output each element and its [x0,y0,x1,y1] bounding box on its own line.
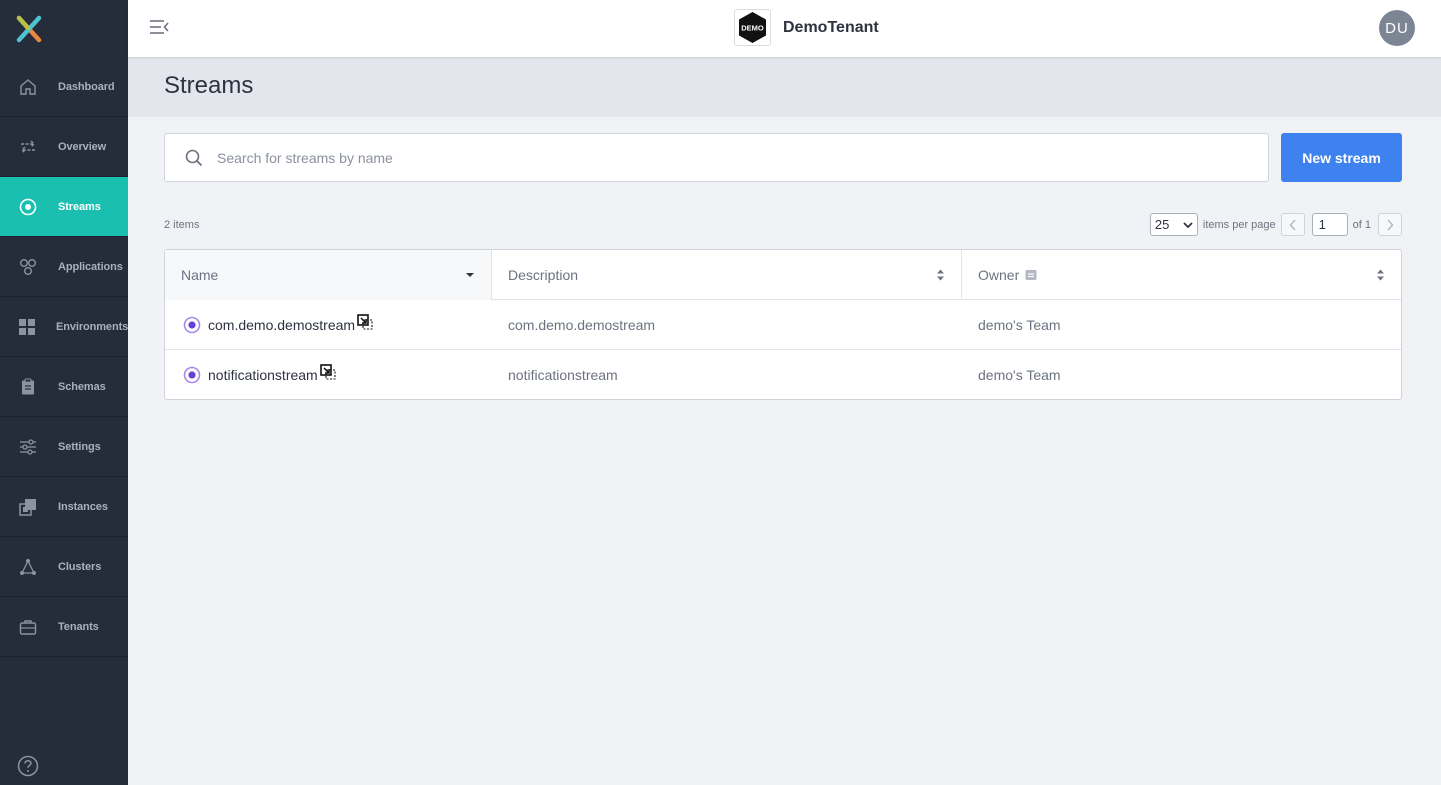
stream-name-cell: com.demo.demostream [165,313,492,334]
tenant-indicator: DEMO DemoTenant [734,9,879,46]
stream-description-cell: notificationstream [508,367,618,383]
stream-name-link[interactable]: notificationstream [208,367,318,383]
sidebar-item-streams[interactable]: Streams [0,177,128,237]
page-number-input[interactable]: 1 [1311,213,1348,236]
stream-name-link[interactable]: com.demo.demostream [208,317,355,333]
tenant-logo-text: DEMO [741,24,764,33]
menu-collapse-button[interactable] [149,18,171,38]
sidebar-item-label: Streams [58,200,101,213]
sidebar-item-label: Instances [58,500,108,513]
sidebar-item-label: Dashboard [58,80,115,93]
new-stream-button[interactable]: New stream [1281,133,1402,182]
stream-description-cell: com.demo.demostream [508,316,656,333]
grid-icon [18,317,36,337]
column-header-name[interactable]: Name [165,250,492,300]
search-box [164,133,1269,182]
table-row[interactable]: notificationstream notificationstream de… [165,350,1401,400]
column-header-label: Owner [978,267,1020,283]
sidebar-item-tenants[interactable]: Tenants [0,597,128,657]
item-count: 2 items [164,219,200,231]
stream-owner-cell: demo's Team [978,316,1061,333]
chevron-right-icon [1387,218,1394,231]
menu-collapse-icon [150,20,169,34]
prev-page-button[interactable] [1280,213,1305,236]
help-button[interactable] [17,755,39,777]
stream-name-cell: notificationstream [165,364,492,384]
sidebar-item-environments[interactable]: Environments [0,297,128,357]
column-header-label: Description [508,267,579,283]
home-icon [18,77,38,97]
sidebar-item-dashboard[interactable]: Dashboard [0,57,128,117]
tenant-name: DemoTenant [783,18,879,36]
sidebar-item-label: Clusters [58,560,102,573]
page-title-bar: Streams [128,57,1441,117]
sidebar-item-label: Settings [58,440,101,453]
per-page-label: items per page [1202,218,1276,231]
stream-icon [183,366,201,384]
sidebar-item-clusters[interactable]: Clusters [0,537,128,597]
streams-table: Name Description Owner com.demo.demostre… [164,249,1402,400]
page-title: Streams [164,72,254,99]
sidebar-item-schemas[interactable]: Schemas [0,357,128,417]
applications-icon [18,257,38,277]
stream-icon [183,316,201,333]
sort-icon [1377,269,1384,281]
column-header-description[interactable]: Description [492,250,962,300]
chevron-left-icon [1289,218,1296,231]
team-card-icon [1025,270,1037,280]
app-logo-icon [16,15,42,42]
chevron-down-icon [1183,221,1193,228]
tenant-logo: DEMO [734,9,771,46]
column-header-owner[interactable]: Owner [962,250,1401,300]
sidebar-item-label: Overview [58,140,107,153]
help-circle-icon [17,755,39,777]
per-page-value: 25 [1154,217,1170,232]
sidebar: Dashboard Overview Streams Applications … [0,0,128,785]
cluster-icon [18,557,38,577]
arrows-exchange-icon [18,137,38,157]
sidebar-item-instances[interactable]: Instances [0,477,128,537]
search-input[interactable] [217,149,1217,166]
app-logo[interactable] [0,0,128,57]
sort-desc-icon [466,273,474,277]
open-in-new-icon[interactable] [357,313,373,330]
sidebar-item-label: Tenants [58,620,99,633]
target-icon [18,197,38,217]
clipboard-icon [18,377,38,397]
sidebar-item-label: Applications [58,260,123,273]
user-avatar[interactable]: DU [1379,10,1415,46]
page-total-label: of 1 [1352,218,1371,231]
sidebar-item-label: Schemas [58,380,106,393]
sort-icon [937,269,944,281]
table-row[interactable]: com.demo.demostream com.demo.demostream … [165,300,1401,350]
per-page-select[interactable]: 25 [1149,213,1198,236]
sidebar-item-label: Environments [56,320,129,333]
next-page-button[interactable] [1378,213,1402,236]
sidebar-item-applications[interactable]: Applications [0,237,128,297]
briefcase-icon [18,617,38,637]
sidebar-item-settings[interactable]: Settings [0,417,128,477]
open-in-new-icon[interactable] [319,364,336,380]
column-header-label: Name [181,267,219,283]
stream-owner-cell: demo's Team [978,367,1061,383]
instances-icon [18,497,38,517]
pagination: 25 items per page 1 of 1 [1149,213,1402,236]
top-header: DEMO DemoTenant DU [128,0,1441,57]
sidebar-item-overview[interactable]: Overview [0,117,128,177]
sliders-icon [18,437,38,457]
table-header: Name Description Owner [165,250,1401,300]
search-icon [185,149,203,166]
